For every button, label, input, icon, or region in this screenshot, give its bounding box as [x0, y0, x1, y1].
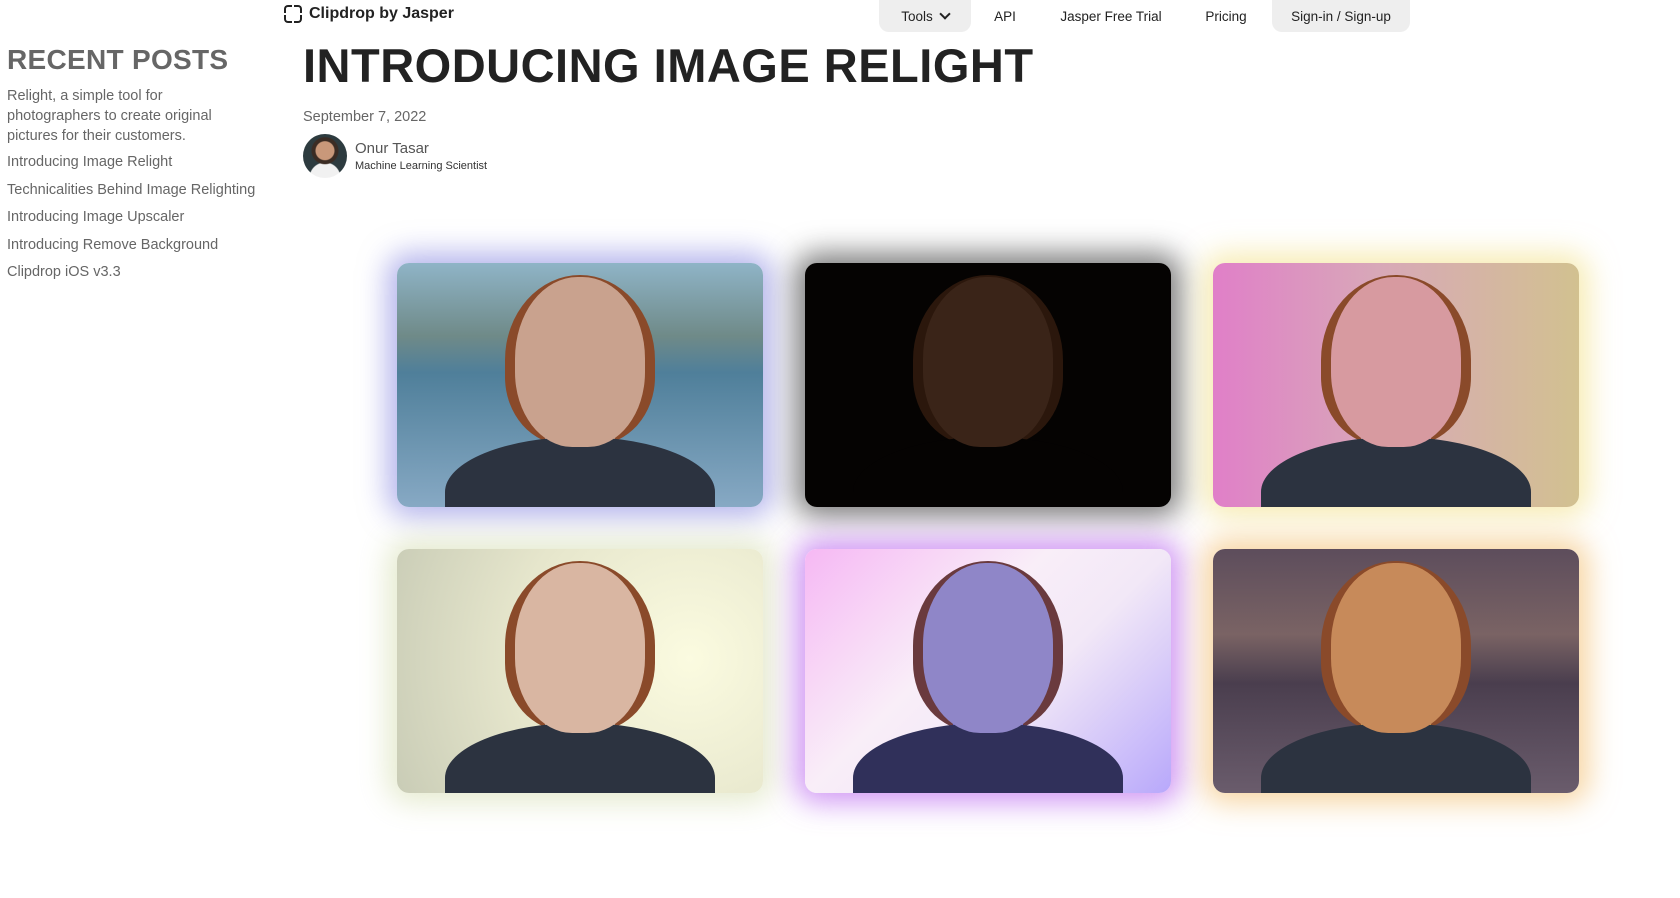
main-nav: Tools API Jasper Free Trial Pricing Sign… — [0, 0, 1680, 32]
relight-example-image — [805, 263, 1171, 507]
nav-pricing-link[interactable]: Pricing — [1196, 0, 1256, 32]
nav-pricing-label: Pricing — [1205, 8, 1247, 24]
nav-trial-label: Jasper Free Trial — [1060, 8, 1162, 24]
nav-tools-dropdown[interactable]: Tools — [879, 0, 971, 32]
recent-post-link[interactable]: Introducing Image Upscaler — [7, 207, 277, 235]
sidebar-intro[interactable]: Relight, a simple tool for photographers… — [7, 86, 247, 146]
signin-button[interactable]: Sign-in / Sign-up — [1272, 0, 1410, 32]
recent-posts-list: Introducing Image Relight Technicalities… — [7, 152, 277, 290]
nav-tools-label: Tools — [901, 8, 933, 24]
nav-trial-link[interactable]: Jasper Free Trial — [1050, 0, 1172, 32]
page-title: INTRODUCING IMAGE RELIGHT — [303, 39, 1034, 92]
recent-posts-heading: RECENT POSTS — [7, 44, 229, 75]
recent-posts-sidebar: RECENT POSTS Relight, a simple tool for … — [7, 44, 277, 290]
recent-post-link[interactable]: Clipdrop iOS v3.3 — [7, 262, 277, 290]
recent-post-link[interactable]: Technicalities Behind Image Relighting — [7, 180, 277, 208]
avatar — [303, 134, 347, 178]
relight-example-image — [397, 549, 763, 793]
chevron-down-icon — [939, 8, 951, 20]
nav-api-link[interactable]: API — [985, 0, 1025, 32]
recent-post-link[interactable]: Introducing Image Relight — [7, 152, 277, 180]
author-role: Machine Learning Scientist — [355, 160, 488, 172]
publish-date: September 7, 2022 — [303, 109, 427, 125]
relight-example-image — [805, 549, 1171, 793]
author-block: Onur Tasar Machine Learning Scientist — [303, 134, 1034, 178]
author-name: Onur Tasar — [355, 140, 429, 157]
nav-api-label: API — [994, 8, 1016, 24]
relight-example-image — [397, 263, 763, 507]
article-header: INTRODUCING IMAGE RELIGHT September 7, 2… — [303, 38, 1034, 178]
relight-example-image — [1213, 263, 1579, 507]
recent-post-link[interactable]: Introducing Remove Background — [7, 235, 277, 263]
relight-example-image — [1213, 549, 1579, 793]
signin-label: Sign-in / Sign-up — [1291, 8, 1391, 24]
top-navbar: Clipdrop by Jasper Tools API Jasper Free… — [0, 0, 1680, 32]
